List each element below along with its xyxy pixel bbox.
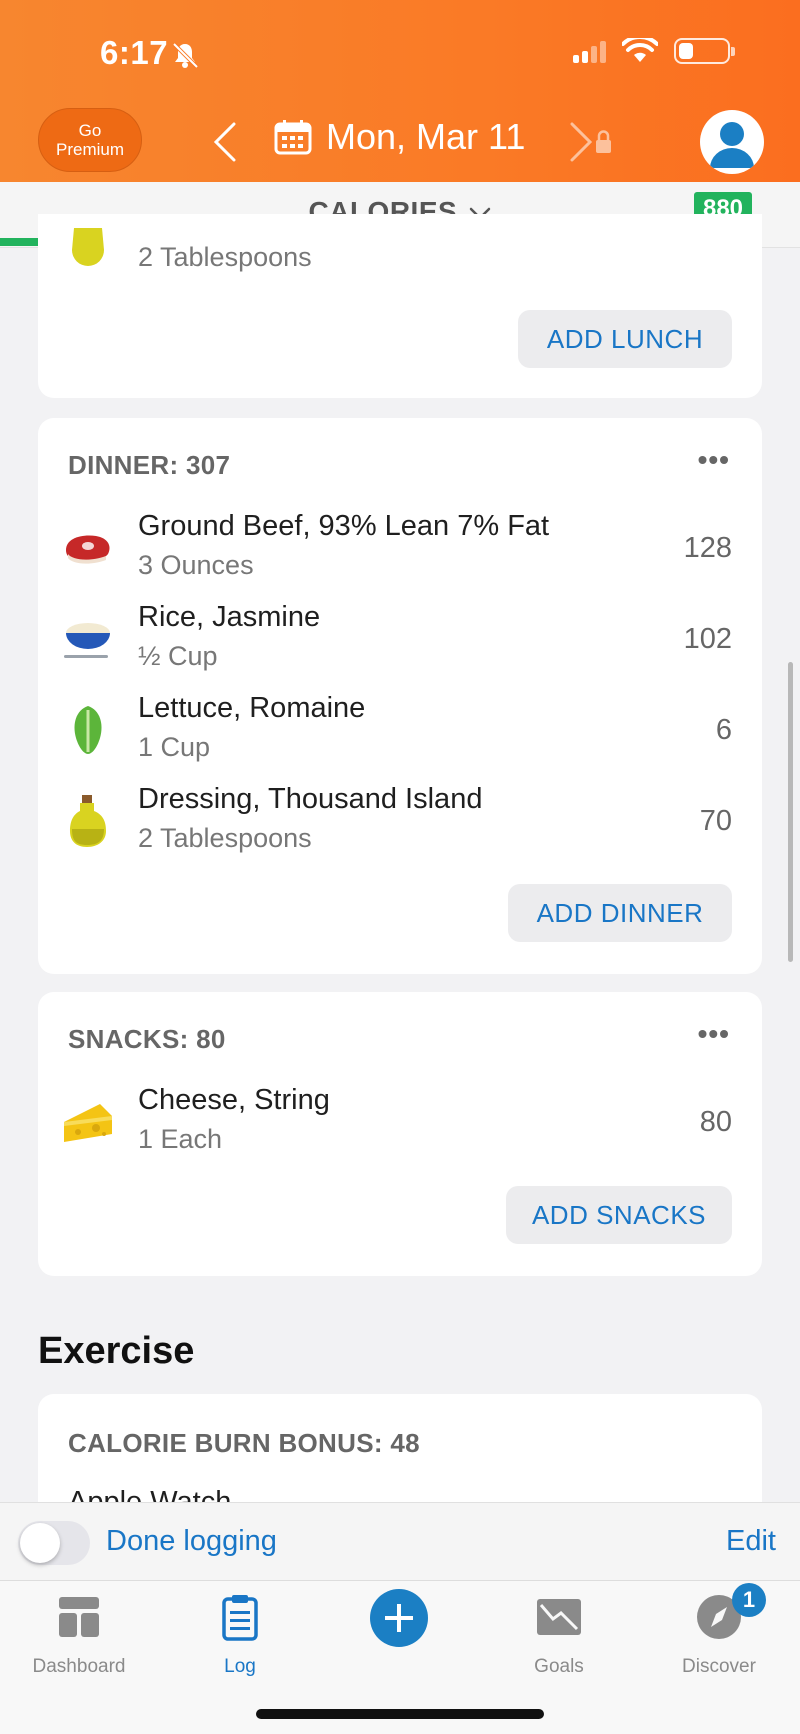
discover-badge: 1 [732,1583,766,1617]
food-qty: 1 Cup [138,732,211,762]
tab-label: Discover [682,1656,756,1677]
exercise-heading: Exercise [38,1330,195,1372]
dinner-card: DINNER: 307 ••• Ground Beef, 93% Lean 7%… [38,418,762,974]
current-date: Mon, Mar 11 [326,116,526,157]
food-qty: 3 Ounces [138,550,254,580]
dinner-title: DINNER: 307 [68,450,231,480]
food-name: Dressing, Thousand Island [138,783,483,815]
food-qty: 2 Tablespoons [138,823,312,853]
food-qty: 1 Each [138,1124,223,1154]
lunch-item-qty: 2 Tablespoons [138,242,312,272]
food-calories: 128 [683,532,732,564]
date-selector[interactable]: Mon, Mar 11 [274,116,525,158]
dinner-food-item[interactable]: Rice, Jasmine ½ Cup 102 [38,601,762,681]
user-icon [710,122,754,168]
snacks-title: SNACKS: 80 [68,1024,226,1054]
oil-bottle-icon [70,795,106,847]
lunch-card: 2 Tablespoons ADD LUNCH [38,214,762,398]
battery-icon [674,38,735,64]
dinner-food-item[interactable]: Dressing, Thousand Island 2 Tablespoons … [38,783,762,863]
premium-line-1: Go [78,121,102,140]
exercise-card-title: CALORIE BURN BONUS: 48 [68,1428,420,1458]
done-logging-toggle[interactable] [18,1521,90,1565]
cellular-signal-icon [573,39,606,63]
profile-avatar[interactable] [700,110,764,174]
cheese-icon [64,1104,112,1142]
chevron-left-icon[interactable] [210,120,240,164]
add-snacks-button[interactable]: ADD SNACKS [506,1186,732,1244]
clipboard-icon [222,1595,258,1641]
rice-bowl-icon [64,623,110,658]
home-indicator [256,1709,544,1719]
food-calories: 80 [699,1106,732,1138]
oil-bottle-icon [72,228,104,266]
bell-slash-icon [172,42,199,69]
scroll-indicator [788,662,793,962]
goals-icon [537,1599,581,1635]
lettuce-icon [74,706,102,754]
done-logging-label: Done logging [106,1525,277,1557]
food-calories: 102 [683,623,732,655]
tab-goals[interactable]: Goals [494,1593,624,1678]
app-header: 6:17 Go Premium Mon, Mar 11 [0,0,800,182]
lunch-food-item[interactable]: 2 Tablespoons [38,228,762,314]
snacks-more-menu[interactable]: ••• [698,1018,730,1050]
food-name: Ground Beef, 93% Lean 7% Fat [138,510,550,542]
chevron-right-locked-icon [570,122,611,162]
dinner-food-item[interactable]: Lettuce, Romaine 1 Cup 6 [38,692,762,772]
tab-label: Goals [534,1656,584,1677]
snack-food-item[interactable]: Cheese, String 1 Each 80 [38,1084,762,1164]
food-name: Cheese, String [138,1084,330,1116]
food-calories: 6 [715,714,732,746]
snacks-card: SNACKS: 80 ••• Cheese, String 1 Each 80 … [38,992,762,1276]
food-name: Rice, Jasmine [138,601,321,633]
steak-icon [66,535,110,564]
add-entry-button[interactable] [370,1589,428,1647]
go-premium-button[interactable]: Go Premium [38,108,142,172]
food-name: Lettuce, Romaine [138,692,366,724]
status-time: 6:17 [100,34,169,71]
dinner-food-item[interactable]: Ground Beef, 93% Lean 7% Fat 3 Ounces 12… [38,510,762,590]
tab-label: Log [224,1656,256,1677]
tab-dashboard[interactable]: Dashboard [14,1593,144,1678]
dashboard-icon [59,1597,99,1637]
food-qty: ½ Cup [138,641,218,671]
add-lunch-button[interactable]: ADD LUNCH [518,310,732,368]
food-calories: 70 [699,805,732,837]
tab-label: Dashboard [32,1656,126,1677]
tab-log[interactable]: Log [175,1593,305,1678]
plus-icon [385,1604,413,1632]
status-icons [573,38,735,64]
add-dinner-button[interactable]: ADD DINNER [508,884,732,942]
wifi-icon [622,38,658,62]
calendar-icon [274,120,312,155]
done-logging-bar: Done logging Edit [0,1502,800,1580]
dinner-more-menu[interactable]: ••• [698,444,730,476]
premium-line-2: Premium [55,140,124,159]
edit-button[interactable]: Edit [726,1525,776,1558]
